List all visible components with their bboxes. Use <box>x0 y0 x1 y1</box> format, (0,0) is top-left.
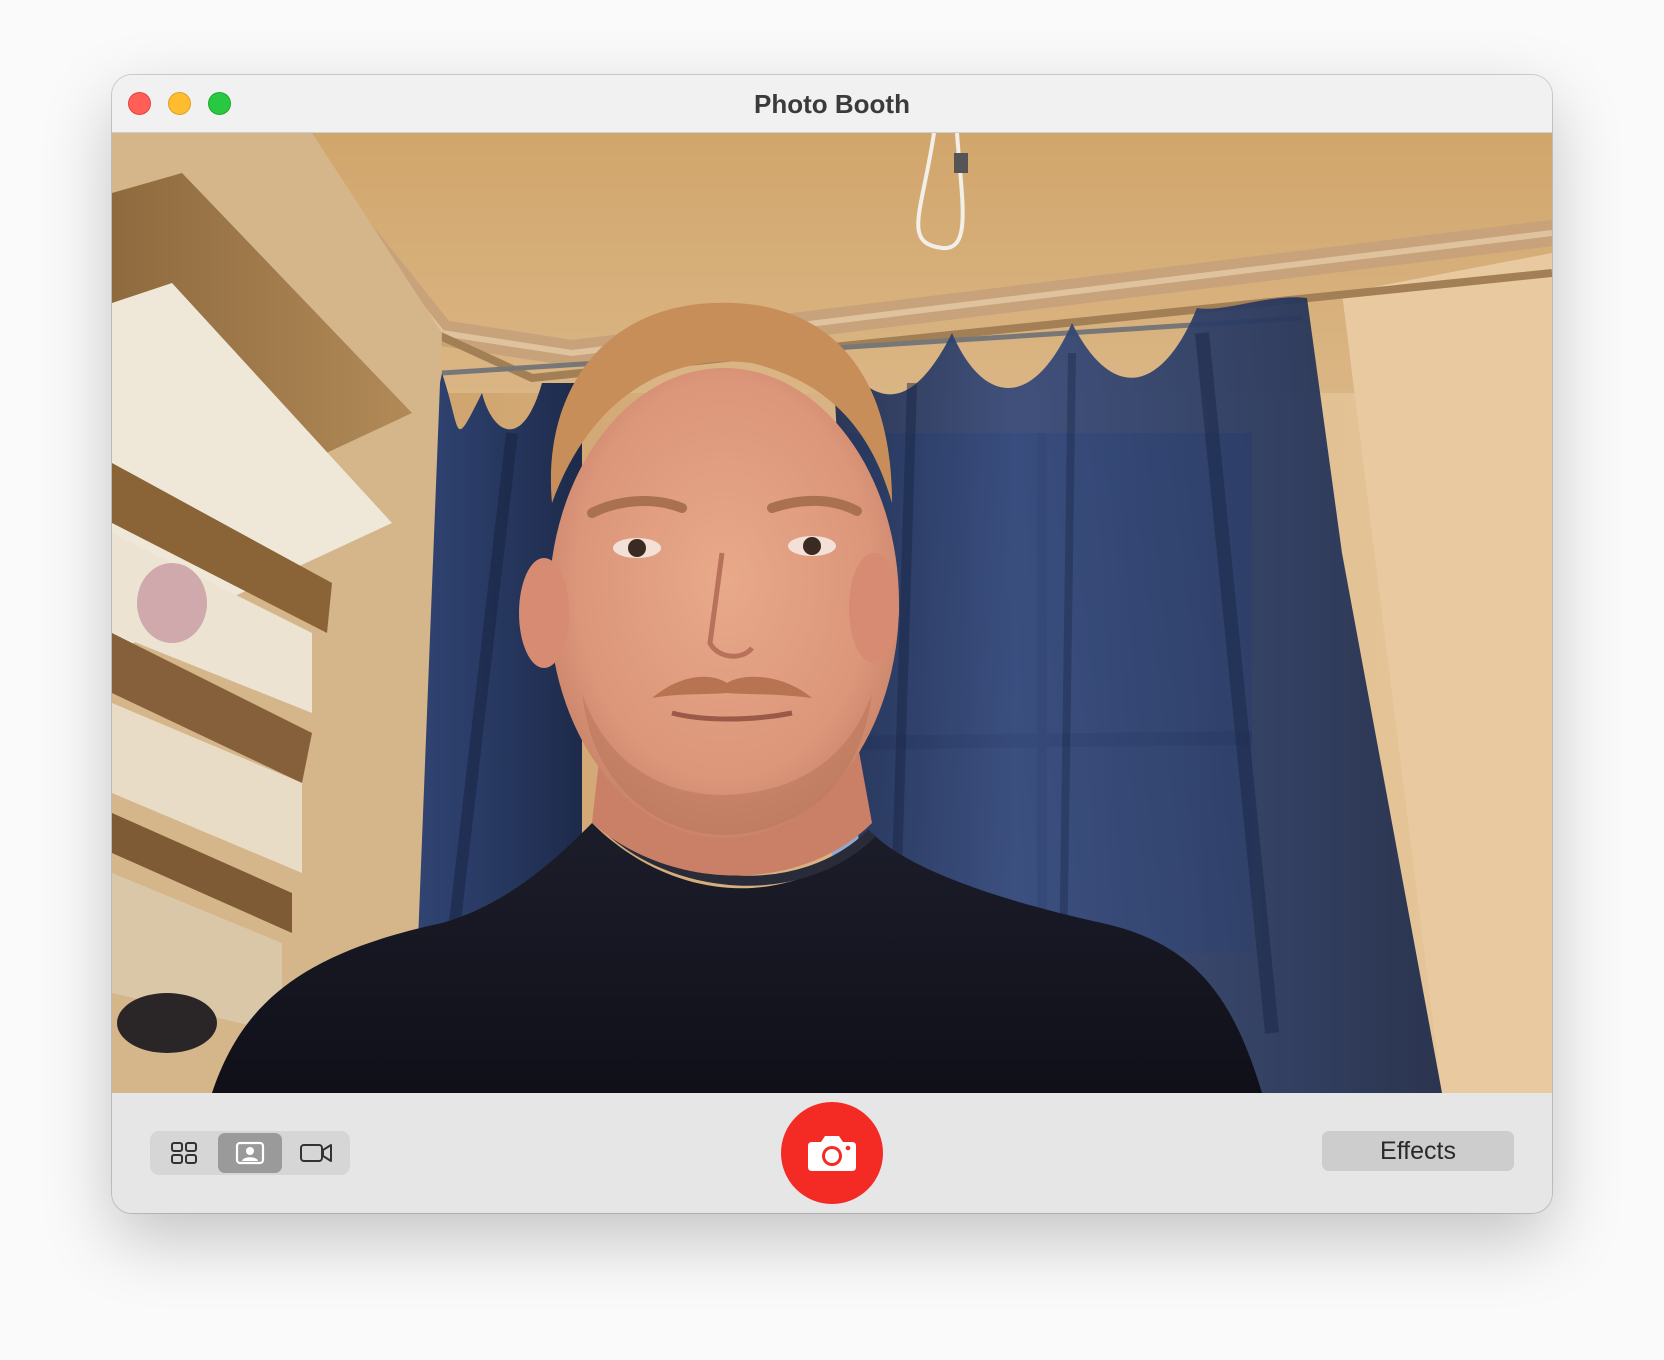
video-icon <box>300 1144 332 1162</box>
single-photo-icon <box>235 1141 265 1165</box>
effects-button[interactable]: Effects <box>1322 1131 1514 1171</box>
title-bar[interactable]: Photo Booth <box>112 75 1552 133</box>
video-button[interactable] <box>284 1133 348 1173</box>
camera-preview <box>112 133 1552 1093</box>
bottom-toolbar: Effects <box>112 1093 1552 1213</box>
take-photo-button[interactable] <box>781 1102 883 1204</box>
camera-icon <box>808 1136 856 1171</box>
window-title: Photo Booth <box>754 89 910 119</box>
grid-view-button[interactable] <box>152 1133 216 1173</box>
view-mode-control[interactable] <box>150 1131 350 1175</box>
photo-booth-window: Photo Booth Effects <box>112 75 1552 1213</box>
grid-view-icon <box>171 1142 197 1164</box>
camera-feed-image <box>112 133 1552 1093</box>
single-photo-button[interactable] <box>218 1133 282 1173</box>
